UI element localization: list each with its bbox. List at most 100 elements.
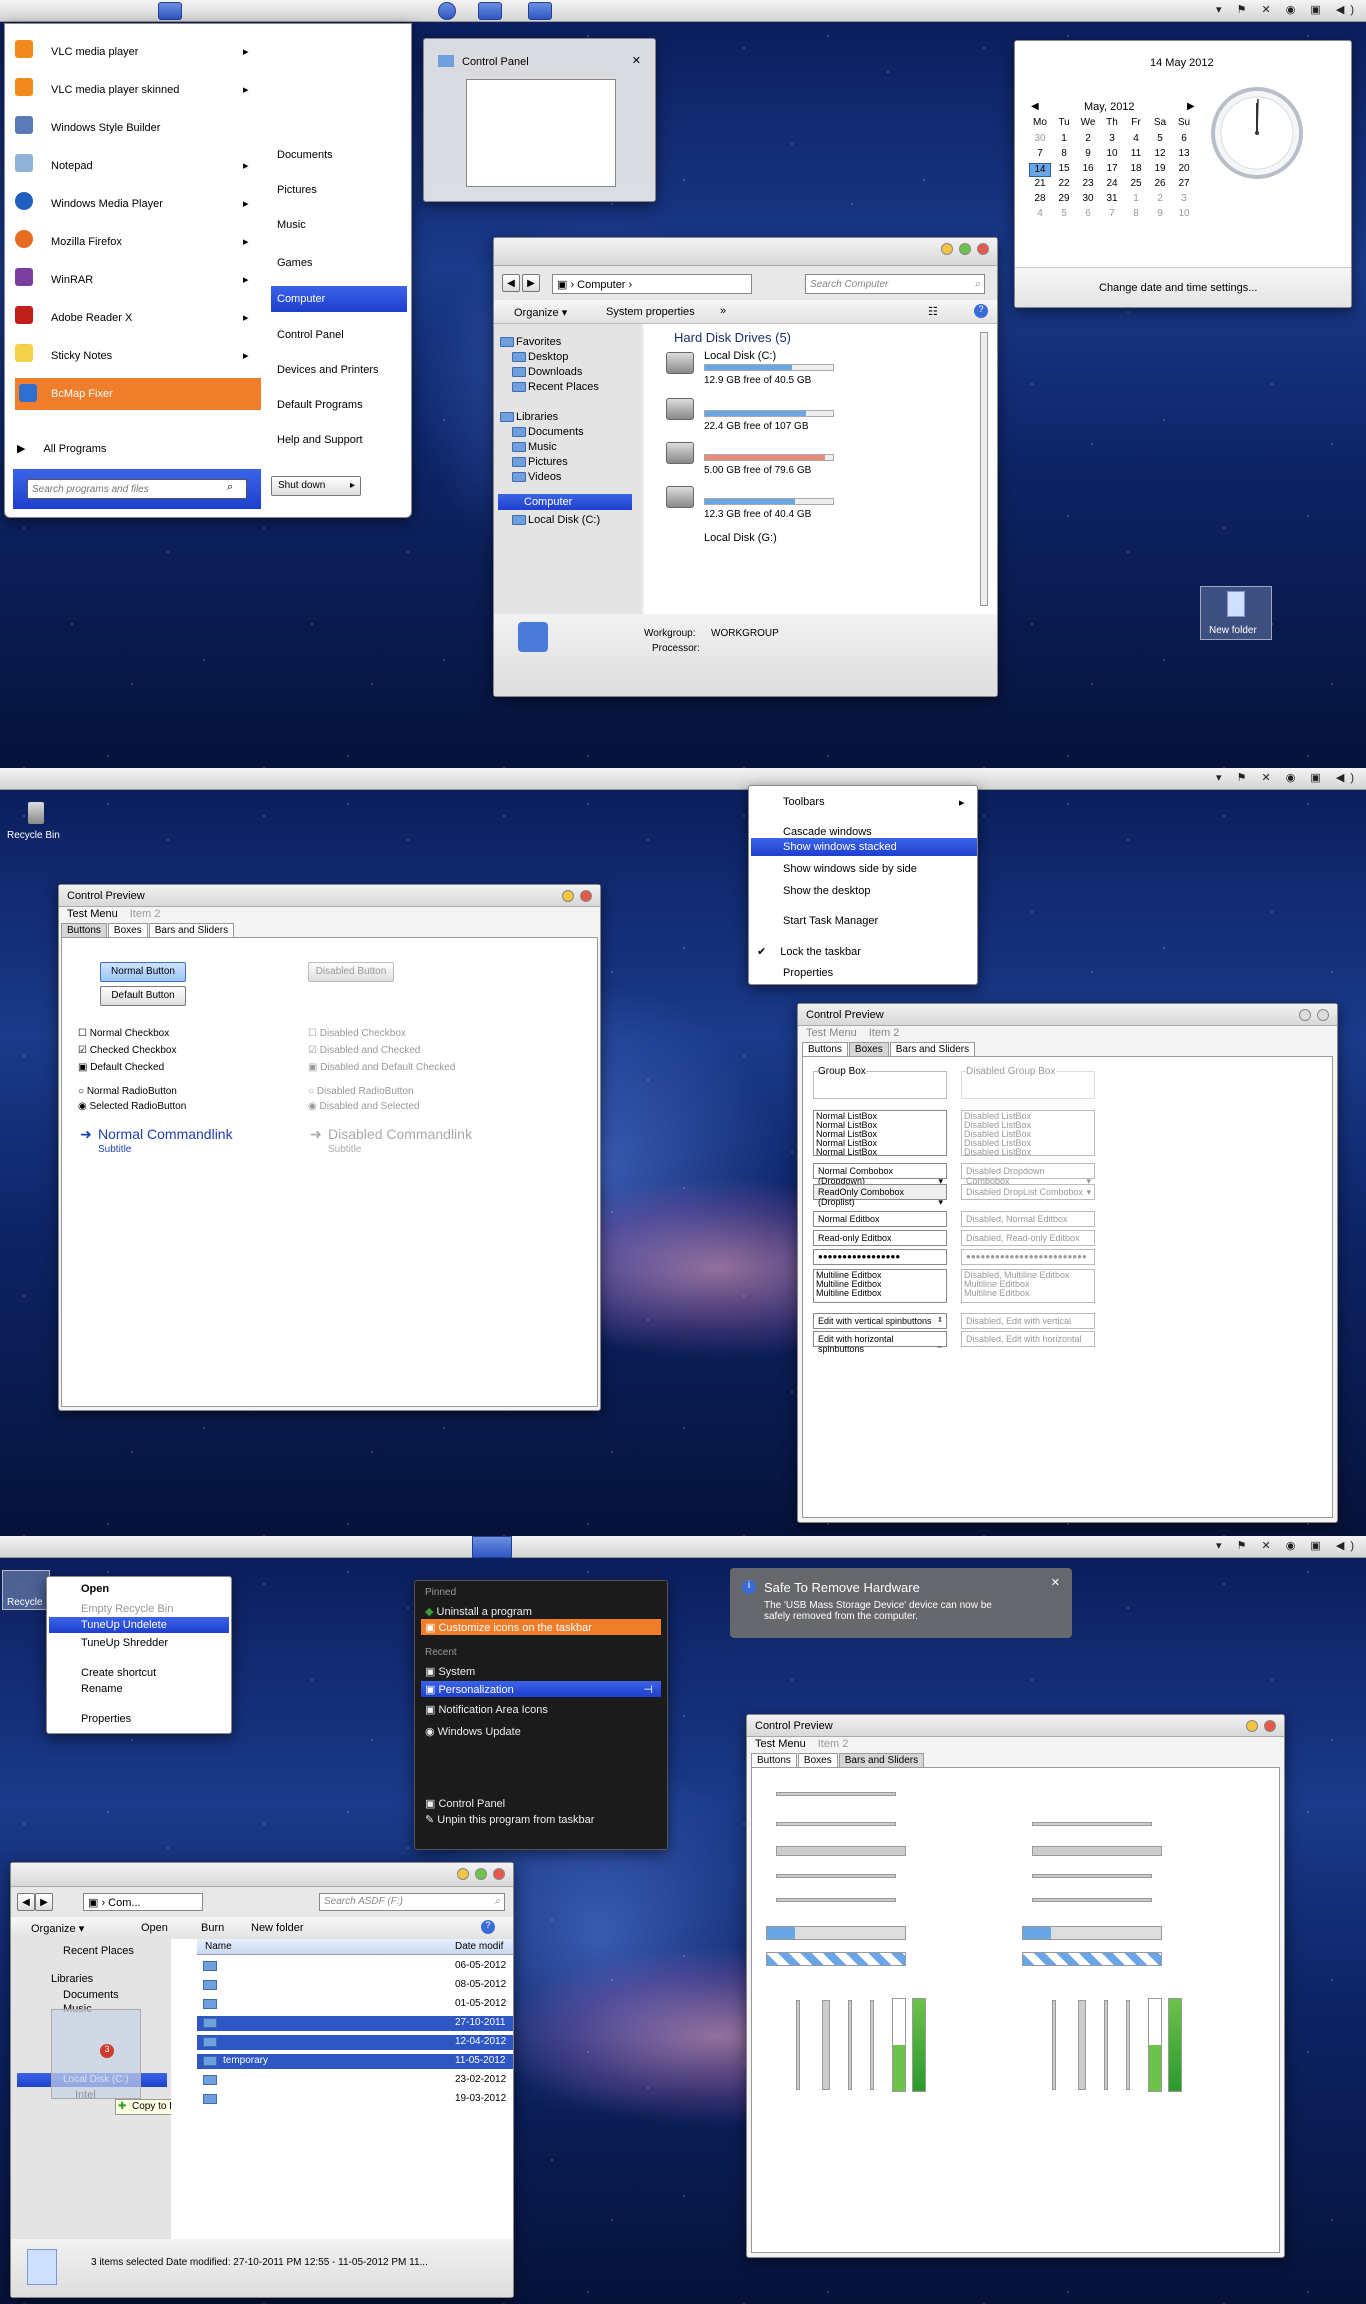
menu-item-properties[interactable]: Properties [81,1713,131,1725]
checkbox-normal[interactable]: ☐ Normal Checkbox [78,1028,169,1039]
horizontal-slider[interactable] [776,1846,906,1856]
new-folder-button[interactable]: New folder [251,1922,304,1934]
calendar-day[interactable]: 25 [1125,178,1147,192]
calendar-day[interactable]: 3 [1173,193,1195,207]
system-properties-button[interactable]: System properties [606,306,695,318]
listbox[interactable]: Normal ListBox Normal ListBox Normal ListB… [813,1110,947,1157]
organize-button[interactable]: Organize ▾ [514,306,567,319]
spinner-icon[interactable]: ⇔ [936,1344,943,1351]
table-row[interactable]: 27-10-2011 [197,2016,513,2031]
view-icon[interactable]: ☷ [928,305,938,318]
more-button[interactable]: » [720,305,726,317]
start-program-item[interactable]: WinRAR ▸ [9,264,259,294]
checkbox-checked[interactable]: ☑ Checked Checkbox [78,1045,176,1056]
system-tray[interactable]: ▾ ⚑ ✕ ◉ ▣ ◀) [1216,3,1360,16]
vertical-scrollbar[interactable] [980,332,988,606]
calendar-day[interactable]: 28 [1029,193,1051,207]
open-button[interactable]: Open [141,1922,168,1934]
calendar-day[interactable]: 8 [1125,208,1147,222]
minimize-button[interactable] [941,243,953,255]
tab-buttons[interactable]: Buttons [61,923,107,938]
recycle-bin-icon[interactable]: Recycle Bin [4,802,68,862]
jump-item[interactable]: ◆ Uninstall a program [425,1605,532,1618]
tab-bars-sliders[interactable]: Bars and Sliders [889,1042,976,1057]
normal-button[interactable]: Normal Button [100,962,186,982]
menu-item-open[interactable]: Open [81,1583,109,1595]
multiline-editbox[interactable]: Multiline Editbox Multiline Editbox Multil… [813,1269,947,1303]
item-2-menu[interactable]: Item 2 [818,1738,849,1750]
tab-boxes[interactable]: Boxes [797,1753,838,1768]
start-right-item-selected[interactable]: Computer [271,286,407,312]
address-field[interactable]: ▣ › Com... [83,1893,203,1911]
taskbar-cp-button[interactable] [472,1536,512,1558]
menu-item-undelete[interactable]: TuneUp Undelete [49,1617,229,1633]
jump-item-selected[interactable]: ▣ Personalization ⊣ [421,1681,661,1697]
vertical-slider[interactable] [1126,2000,1130,2090]
nav-item[interactable]: Documents [63,1989,119,2001]
default-button[interactable]: Default Button [100,986,186,1006]
start-program-item[interactable]: VLC media player ▸ [9,36,259,66]
start-right-item[interactable]: Music [277,219,306,231]
nav-item[interactable]: Music [512,441,557,453]
maximize-button[interactable] [959,243,971,255]
drive-item[interactable]: 5.00 GB free of 79.6 GB [660,438,910,478]
recycle-bin-icon-selected[interactable]: Recycle [2,1570,50,1610]
horizontal-slider[interactable] [1032,1846,1162,1856]
calendar-day[interactable]: 11 [1125,148,1147,162]
item-2-menu[interactable]: Item 2 [869,1027,900,1039]
address-field[interactable]: ▣ › Computer › [552,274,752,294]
tab-boxes[interactable]: Boxes [848,1042,889,1057]
back-button[interactable]: ◀ [502,274,520,292]
start-program-item[interactable]: Sticky Notes ▸ [9,340,259,370]
calendar-month[interactable]: May, 2012 [1084,101,1135,113]
vertical-slider[interactable] [1104,2000,1108,2090]
vertical-slider[interactable] [848,2000,852,2090]
editbox-normal[interactable]: Normal Editbox [813,1211,947,1227]
minimize-button[interactable] [1246,1720,1258,1732]
drive-item[interactable]: 12.3 GB free of 40.4 GB [660,482,910,522]
table-row[interactable]: 12-04-2012 [197,2035,513,2050]
nav-item[interactable]: Recent Places [512,381,599,393]
spinner-icon[interactable]: ⇕ [937,1316,943,1324]
nav-item[interactable]: Recent Places [63,1945,134,1957]
tab-buttons[interactable]: Buttons [802,1042,848,1057]
tab-bars-sliders[interactable]: Bars and Sliders [838,1753,925,1768]
checkbox-default[interactable]: ▣ Default Checked [78,1062,164,1073]
start-right-item[interactable]: Devices and Printers [277,364,379,376]
menu-item-rename[interactable]: Rename [81,1683,123,1695]
minimize-button[interactable] [457,1868,469,1880]
help-icon[interactable]: ? [974,304,988,318]
calendar-day[interactable]: 26 [1149,178,1171,192]
drive-item[interactable]: 22.4 GB free of 107 GB [660,394,910,434]
calendar-day[interactable]: 2 [1077,133,1099,147]
drive-item[interactable]: Local Disk (G:) [660,530,910,570]
calendar-day[interactable]: 30 [1077,193,1099,207]
close-icon[interactable]: ✕ [1051,1576,1060,1589]
system-tray[interactable]: ▾ ⚑ ✕ ◉ ▣ ◀) [1216,1539,1360,1552]
tab-buttons[interactable]: Buttons [751,1753,797,1768]
start-right-item[interactable]: Control Panel [277,329,344,341]
jump-item[interactable]: ▣ Notification Area Icons [425,1703,548,1716]
calendar-day[interactable]: 29 [1053,193,1075,207]
taskbar-media-button[interactable] [438,2,456,20]
vertical-slider[interactable] [796,2000,800,2090]
nav-item[interactable]: Pictures [512,456,568,468]
menu-item-lock[interactable]: ✔ Lock the taskbar [757,945,861,958]
next-month-icon[interactable]: ▶ [1187,101,1195,112]
calendar-day[interactable]: 20 [1173,163,1195,177]
forward-button[interactable]: ▶ [35,1893,53,1911]
calendar-day[interactable]: 5 [1053,208,1075,222]
tab-boxes[interactable]: Boxes [107,923,148,938]
spin-vertical[interactable]: Edit with vertical spinbuttons ⇕ [813,1313,947,1329]
start-right-item[interactable]: Games [277,257,312,269]
menu-item-shredder[interactable]: TuneUp Shredder [81,1637,168,1649]
search-field[interactable]: Search ASDF (F:) ⌕ [319,1893,505,1911]
nav-item[interactable]: Documents [512,426,584,438]
calendar-day[interactable]: 1 [1125,193,1147,207]
password-box[interactable]: ●●●●●●●●●●●●●●●●● [813,1249,947,1265]
calendar-day[interactable]: 27 [1173,178,1195,192]
calendar-day[interactable]: 6 [1173,133,1195,147]
jump-item-selected[interactable]: ▣ Customize icons on the taskbar [421,1619,661,1635]
nav-item[interactable]: Favorites [500,336,561,348]
start-program-item[interactable]: VLC media player skinned ▸ [9,74,259,104]
